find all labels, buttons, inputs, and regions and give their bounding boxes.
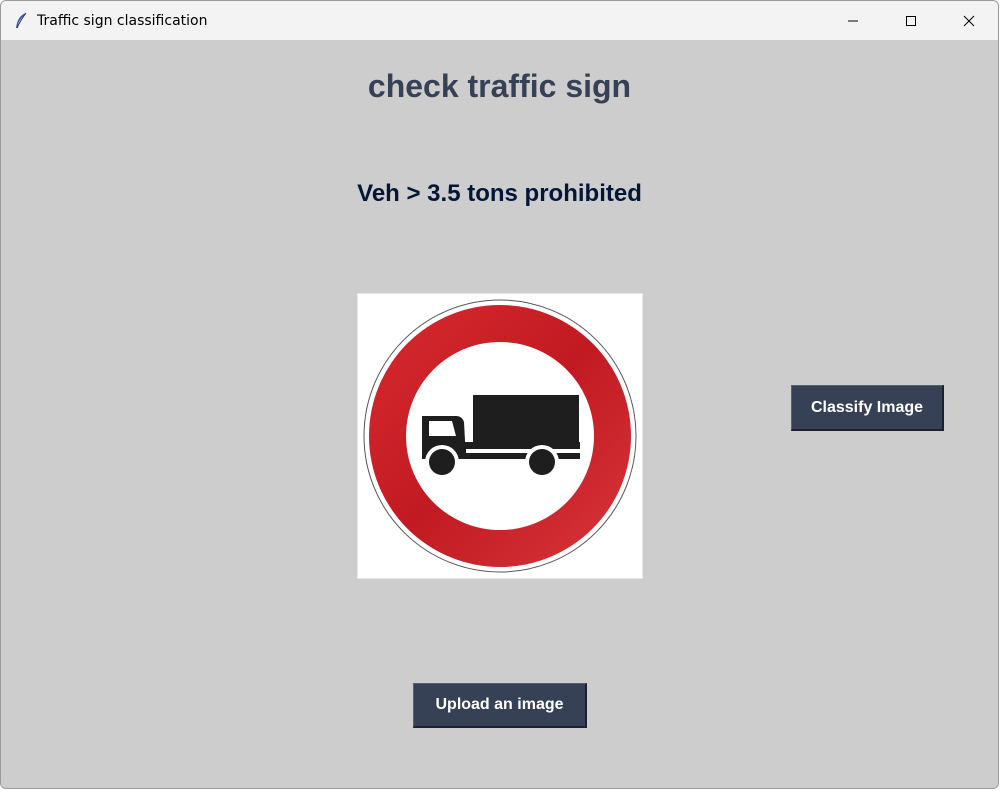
upload-image-button[interactable]: Upload an image: [413, 683, 587, 728]
feather-icon: [13, 12, 29, 29]
minimize-icon: [848, 20, 858, 21]
uploaded-image: [357, 293, 643, 579]
page-heading: check traffic sign: [367, 68, 632, 104]
prediction-label: Veh > 3.5 tons prohibited: [357, 180, 642, 207]
main-content: check traffic sign Veh > 3.5 tons prohib…: [1, 40, 998, 788]
window-controls: [824, 1, 998, 40]
classify-image-button[interactable]: Classify Image: [791, 385, 944, 431]
title-bar[interactable]: Traffic sign classification: [1, 1, 998, 40]
minimize-button[interactable]: [824, 1, 882, 40]
maximize-icon: [906, 15, 916, 26]
app-window: Traffic sign classification check traffi…: [0, 0, 999, 789]
close-icon: [963, 15, 975, 26]
close-button[interactable]: [940, 1, 998, 40]
window-title: Traffic sign classification: [37, 12, 208, 29]
truck-prohibited-sign-icon: [363, 299, 637, 573]
maximize-button[interactable]: [882, 1, 940, 40]
